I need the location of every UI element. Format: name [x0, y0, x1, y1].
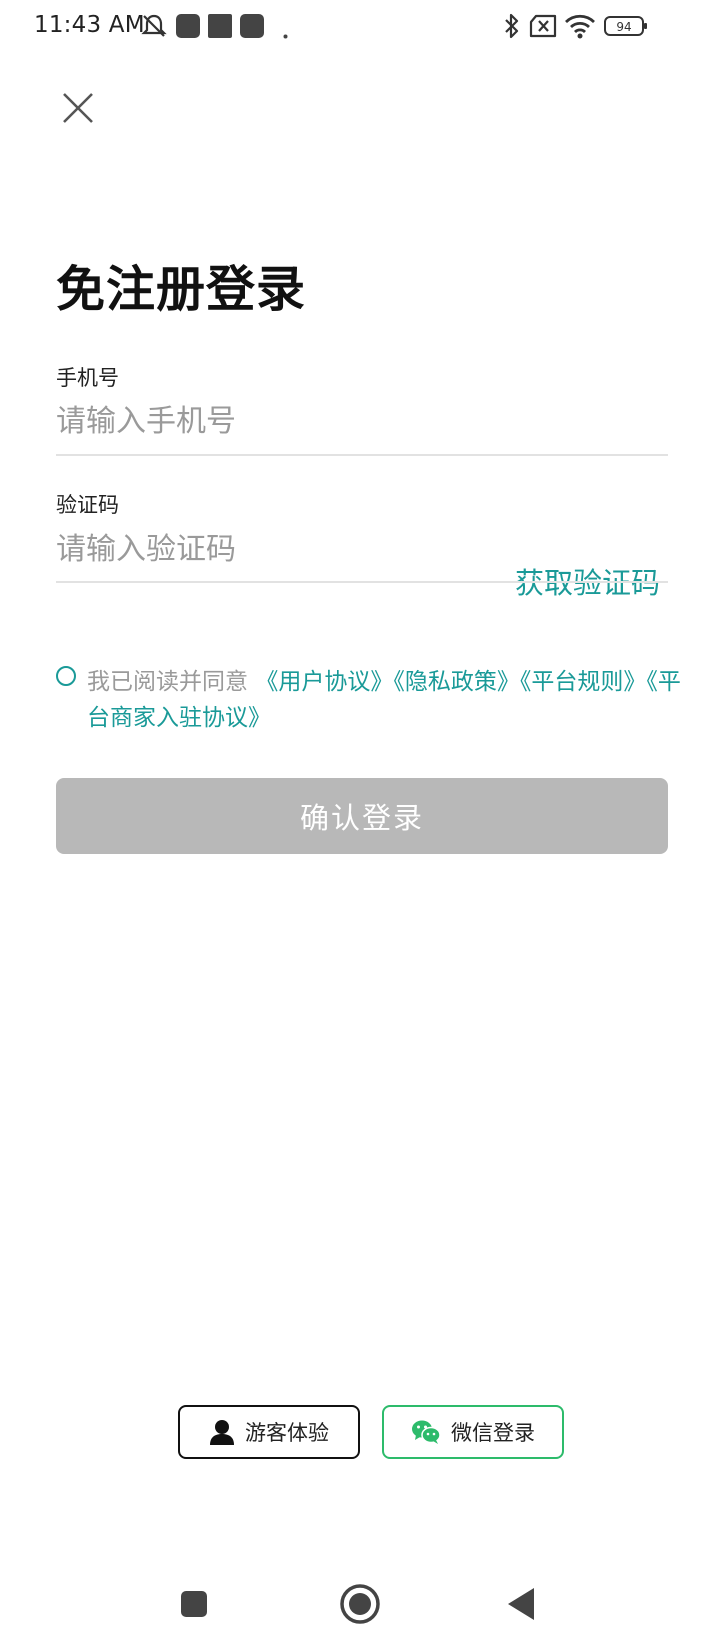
mute-icon — [140, 12, 168, 44]
recent-apps-icon[interactable] — [178, 1588, 210, 1624]
user-agreement-link[interactable]: 《用户协议》 — [255, 669, 393, 695]
app-icon — [208, 14, 232, 42]
home-icon[interactable] — [338, 1582, 382, 1630]
person-icon — [209, 1418, 235, 1446]
phone-input[interactable] — [56, 397, 456, 445]
code-input[interactable] — [56, 525, 436, 573]
platform-rules-link[interactable]: 《平台规则》 — [520, 669, 647, 695]
page-title: 免注册登录 — [56, 261, 307, 318]
wechat-icon — [411, 1418, 441, 1446]
guest-button[interactable]: 游客体验 — [178, 1405, 360, 1459]
agreement-text: 我已阅读并同意 《用户协议》《隐私政策》《平台规则》《平台商家入驻协议》 — [87, 664, 687, 736]
wechat-button-label: 微信登录 — [451, 1421, 535, 1445]
close-icon — [63, 93, 93, 123]
phone-label: 手机号 — [56, 366, 119, 390]
status-bar: 11:43 AM 94 — [0, 0, 720, 54]
bluetooth-icon — [502, 12, 522, 44]
dot-icon — [283, 24, 288, 43]
login-page: 11:43 AM 94 免注册登录 手机号 请输入手机号 验证码 请输入验证码 … — [0, 0, 720, 1650]
code-underline — [56, 581, 668, 583]
phone-underline — [56, 454, 668, 456]
close-button[interactable] — [58, 88, 98, 128]
system-nav-bar — [0, 1568, 720, 1650]
status-time: 11:43 AM — [34, 12, 145, 38]
no-sim-icon — [528, 13, 558, 43]
battery-icon: 94 — [604, 14, 648, 42]
agreement-prefix: 我已阅读并同意 — [87, 669, 256, 695]
battery-level: 94 — [616, 20, 631, 34]
app-icon — [240, 14, 264, 42]
code-label: 验证码 — [56, 493, 119, 517]
wechat-login-button[interactable]: 微信登录 — [382, 1405, 564, 1459]
agreement-checkbox[interactable] — [56, 666, 76, 686]
back-icon[interactable] — [506, 1586, 538, 1626]
app-icon — [176, 14, 200, 42]
privacy-policy-link[interactable]: 《隐私政策》 — [393, 669, 520, 695]
guest-button-label: 游客体验 — [245, 1421, 329, 1445]
wifi-icon — [564, 12, 596, 44]
confirm-login-button[interactable]: 确认登录 — [56, 778, 668, 854]
